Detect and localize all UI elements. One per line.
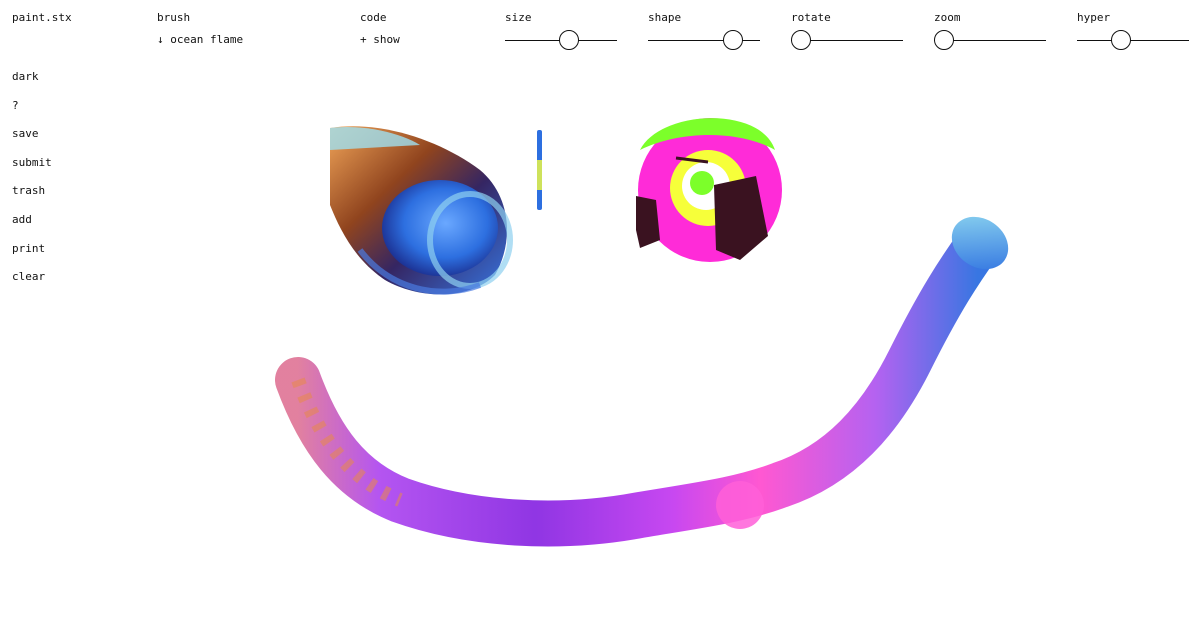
size-label: size (505, 11, 532, 24)
rotate-slider-thumb[interactable] (791, 30, 811, 50)
shape-group: shape (648, 11, 681, 25)
size-group: size (505, 11, 532, 25)
shape-label: shape (648, 11, 682, 24)
size-slider-thumb[interactable] (558, 30, 579, 50)
brush-group: brush ↓ ocean flame (157, 11, 243, 47)
menu-item-add[interactable]: add (12, 213, 52, 242)
app-title: paint.stx (12, 11, 72, 24)
smile-stroke (275, 216, 1009, 547)
right-eye-stroke (636, 118, 782, 262)
zoom-label: zoom (934, 11, 961, 24)
size-slider[interactable] (505, 30, 617, 50)
paint-canvas[interactable] (0, 0, 1200, 630)
code-label: code (360, 11, 387, 24)
hyper-label: hyper (1077, 11, 1111, 24)
rotate-group: rotate (791, 11, 831, 25)
menu-item-help[interactable]: ? (12, 99, 52, 128)
shape-slider-thumb[interactable] (723, 30, 744, 50)
code-group: code + show (360, 11, 400, 47)
side-menu: dark ? save submit trash add print clear (12, 70, 52, 299)
menu-item-save[interactable]: save (12, 127, 52, 156)
zoom-slider-thumb[interactable] (934, 30, 954, 50)
menu-item-clear[interactable]: clear (12, 270, 52, 299)
menu-item-print[interactable]: print (12, 242, 52, 271)
shape-slider[interactable] (648, 30, 760, 50)
brush-label: brush (157, 11, 191, 24)
hyper-group: hyper (1077, 11, 1110, 25)
left-eye-stroke (330, 126, 513, 295)
zoom-slider[interactable] (934, 30, 1046, 50)
brush-select[interactable]: ↓ ocean flame (157, 33, 243, 47)
hyper-slider[interactable] (1077, 30, 1189, 50)
sliver-stroke (537, 130, 542, 210)
menu-item-trash[interactable]: trash (12, 184, 52, 213)
show-code-toggle[interactable]: + show (360, 33, 400, 47)
menu-item-dark[interactable]: dark (12, 70, 52, 99)
rotate-slider[interactable] (791, 30, 903, 50)
menu-item-submit[interactable]: submit (12, 156, 52, 185)
hyper-slider-thumb[interactable] (1110, 30, 1131, 50)
rotate-label: rotate (791, 11, 831, 24)
zoom-group: zoom (934, 11, 961, 25)
